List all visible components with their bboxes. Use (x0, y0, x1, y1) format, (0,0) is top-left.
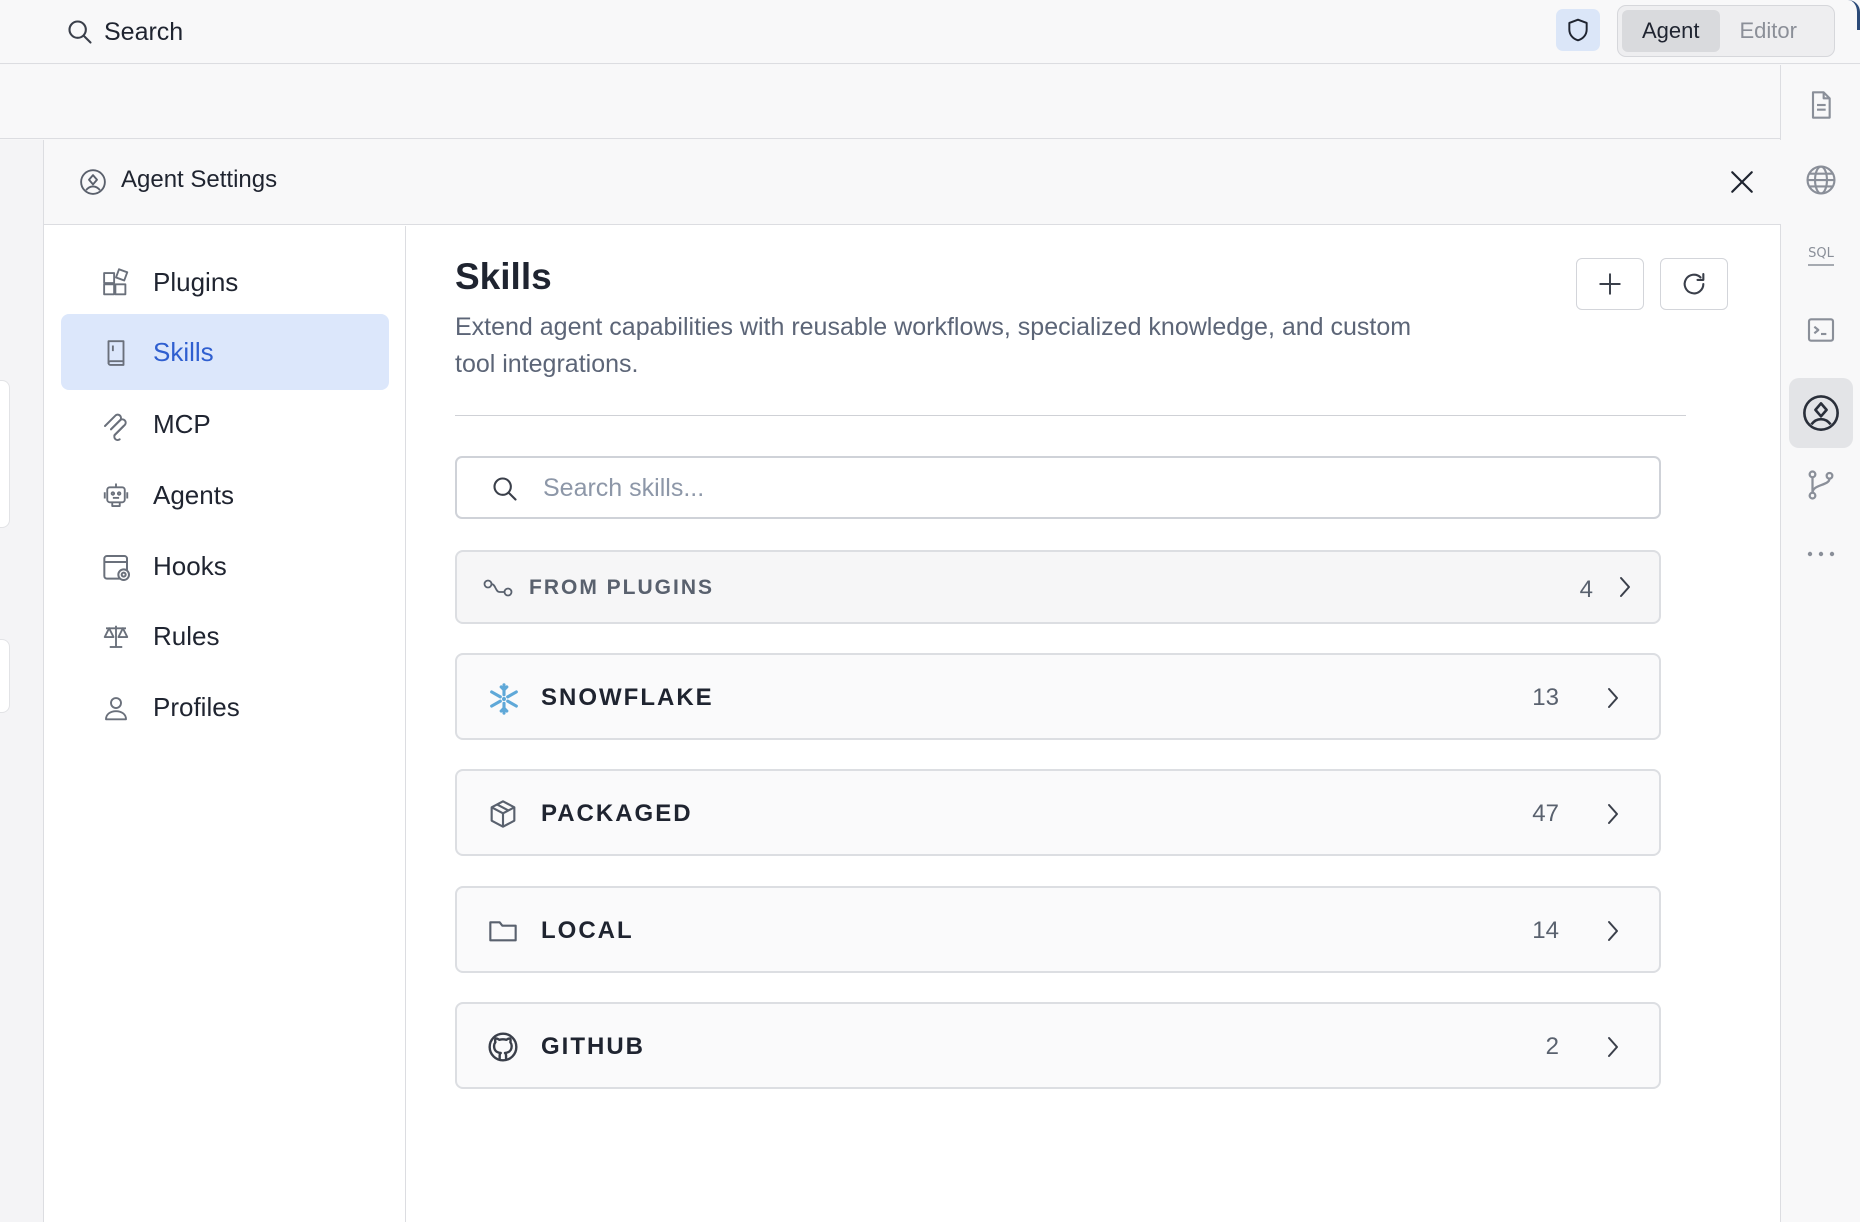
group-row-from-plugins[interactable]: FROM PLUGINS 4 (455, 550, 1661, 624)
chevron-right-icon (1605, 685, 1621, 711)
close-icon (1729, 169, 1755, 195)
shield-icon (1565, 17, 1591, 43)
page-description: Extend agent capabilities with reusable … (455, 313, 1412, 378)
git-branch-icon (1804, 468, 1838, 502)
background-card (0, 380, 10, 528)
user-icon (101, 693, 131, 723)
skills-search (455, 456, 1661, 519)
plus-icon (1597, 271, 1623, 297)
svg-text:SQL: SQL (1808, 246, 1834, 261)
nav-label: Agents (153, 479, 234, 510)
plugins-icon (101, 268, 131, 298)
panel-title: Agent Settings (121, 166, 278, 193)
robot-icon (101, 481, 131, 511)
rail-agent-settings-button[interactable] (1789, 378, 1853, 448)
nav-item-agents[interactable]: Agents (61, 457, 389, 533)
mcp-icon (101, 410, 133, 442)
close-button[interactable] (1724, 164, 1760, 200)
divider (455, 415, 1686, 416)
rail-terminal-button[interactable] (1789, 295, 1853, 365)
group-row-github[interactable]: GITHUB 2 (455, 1002, 1661, 1089)
more-icon (1806, 550, 1836, 558)
nav-label: Skills (153, 336, 214, 367)
settings-nav: Plugins Skills MCP Agents Hooks Rules Pr… (44, 226, 406, 1222)
group-count: 13 (1532, 684, 1559, 711)
nav-item-rules[interactable]: Rules (61, 598, 389, 674)
hooks-icon (101, 552, 133, 584)
globe-icon (1804, 163, 1838, 197)
nav-label: Hooks (153, 550, 227, 581)
skills-content: Skills Extend agent capabilities with re… (406, 226, 1781, 1222)
github-icon (487, 1031, 519, 1063)
page-title: Skills (455, 256, 552, 297)
search-icon (491, 475, 519, 503)
search-skills-input[interactable] (543, 468, 1633, 508)
refresh-icon (1680, 270, 1708, 298)
plugin-route-icon (483, 576, 513, 600)
background-card (0, 639, 10, 713)
group-label: LOCAL (541, 917, 634, 944)
global-search[interactable]: Search (66, 15, 183, 49)
group-row-snowflake[interactable]: SNOWFLAKE 13 (455, 653, 1661, 740)
group-count: 14 (1532, 917, 1559, 944)
panel-header: Agent Settings (44, 140, 1781, 225)
nav-item-mcp[interactable]: MCP (61, 386, 389, 462)
nav-item-hooks[interactable]: Hooks (61, 528, 389, 604)
sql-icon: SQL (1803, 238, 1839, 272)
add-skill-button[interactable] (1576, 258, 1644, 310)
mode-toggle: Agent Editor (1617, 5, 1835, 57)
book-icon (101, 338, 131, 368)
nav-label: MCP (153, 408, 211, 439)
nav-label: Profiles (153, 691, 240, 722)
scale-icon (101, 622, 131, 652)
file-icon (1805, 89, 1837, 121)
folder-icon (487, 915, 519, 947)
rail-more-button[interactable] (1789, 534, 1853, 574)
snowflake-icon (487, 682, 521, 716)
chevron-right-icon (1605, 801, 1621, 827)
rail-file-button[interactable] (1789, 70, 1853, 140)
mode-tab-editor[interactable]: Editor (1720, 10, 1817, 52)
mode-tab-agent[interactable]: Agent (1622, 10, 1720, 52)
nav-label: Rules (153, 620, 220, 651)
search-label: Search (104, 17, 184, 46)
terminal-icon (1805, 314, 1837, 346)
rail-sql-button[interactable]: SQL (1789, 220, 1853, 290)
refresh-button[interactable] (1660, 258, 1728, 310)
search-icon (66, 18, 94, 46)
group-label: SNOWFLAKE (541, 684, 714, 711)
chevron-right-icon (1605, 1034, 1621, 1060)
nav-item-skills[interactable]: Skills (61, 314, 389, 390)
nav-item-plugins[interactable]: Plugins (61, 244, 389, 320)
right-rail: SQL (1780, 65, 1860, 1222)
chevron-right-icon (1617, 574, 1633, 600)
agent-settings-icon (1800, 392, 1842, 434)
agent-settings-icon (78, 167, 108, 197)
group-row-packaged[interactable]: PACKAGED 47 (455, 769, 1661, 856)
group-count: 47 (1532, 800, 1559, 827)
background-pane (0, 140, 43, 1222)
group-row-local[interactable]: LOCAL 14 (455, 886, 1661, 973)
nav-item-profiles[interactable]: Profiles (61, 669, 389, 745)
group-count: 4 (1579, 576, 1593, 603)
group-label: FROM PLUGINS (529, 576, 714, 599)
nav-label: Plugins (153, 266, 239, 297)
group-label: GITHUB (541, 1033, 645, 1060)
rail-web-button[interactable] (1789, 145, 1853, 215)
top-bar: Search Agent Editor (0, 0, 1860, 64)
security-button[interactable] (1556, 9, 1600, 51)
content-toolbar-area (0, 65, 1780, 139)
group-count: 2 (1545, 1033, 1559, 1060)
group-label: PACKAGED (541, 800, 693, 827)
package-icon (487, 798, 519, 830)
agent-settings-panel: Agent Settings Plugins Skills MCP Agents… (43, 140, 1781, 1222)
window-corner-decoration (1848, 0, 1860, 30)
rail-git-button[interactable] (1789, 450, 1853, 520)
chevron-right-icon (1605, 918, 1621, 944)
